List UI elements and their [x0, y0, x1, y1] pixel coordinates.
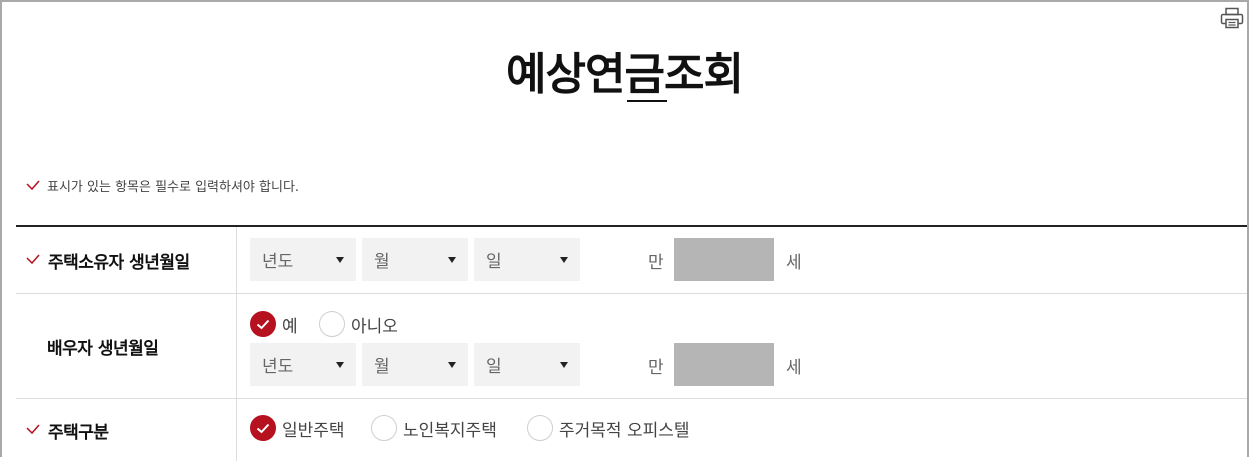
radio-unchecked-icon: [527, 415, 553, 441]
dropdown-arrow-icon: [560, 362, 568, 368]
owner-age-prefix: 만: [648, 253, 664, 273]
owner-birth-content: 년도 월 일 만 세: [237, 227, 1247, 293]
owner-age-suffix: 세: [786, 253, 802, 273]
spouse-month-select[interactable]: 월: [362, 343, 468, 386]
spouse-year-select[interactable]: 년도: [250, 343, 356, 386]
owner-month-select[interactable]: 월: [362, 238, 468, 281]
house-general-radio[interactable]: 일반주택: [250, 415, 345, 441]
dropdown-arrow-icon: [448, 257, 456, 263]
spouse-birth-row: 배우자 생년월일 예 아니오 년도 월 일 만 세: [16, 294, 1247, 399]
dropdown-arrow-icon: [336, 362, 344, 368]
spouse-month-select-value: 월: [374, 357, 390, 377]
house-officetel-radio[interactable]: 주거목적 오피스텔: [527, 415, 690, 441]
spouse-no-label: 아니오: [351, 316, 398, 337]
spouse-birth-label: 배우자 생년월일: [47, 338, 159, 359]
required-check-icon: [26, 254, 40, 265]
spouse-birth-label-cell: 배우자 생년월일: [16, 294, 237, 398]
house-officetel-label: 주거목적 오피스텔: [559, 420, 690, 441]
required-notice-text: 표시가 있는 항목은 필수로 입력하셔야 합니다.: [47, 180, 300, 195]
required-notice: 표시가 있는 항목은 필수로 입력하셔야 합니다.: [26, 176, 299, 195]
owner-month-select-value: 월: [374, 252, 390, 272]
owner-birth-label: 주택소유자 생년월일: [48, 252, 190, 273]
owner-day-select-value: 일: [486, 252, 502, 272]
owner-year-select-value: 년도: [262, 252, 294, 272]
dropdown-arrow-icon: [560, 257, 568, 263]
owner-birth-row: 주택소유자 생년월일 년도 월 일 만 세: [16, 227, 1247, 294]
page-frame: 예상연금조회 표시가 있는 항목은 필수로 입력하셔야 합니다. 주택소유자 생…: [0, 0, 1249, 461]
house-type-content: 일반주택 노인복지주택 주거목적 오피스텔: [237, 399, 1247, 461]
house-general-label: 일반주택: [282, 420, 345, 441]
dropdown-arrow-icon: [448, 362, 456, 368]
house-type-label: 주택구분: [48, 422, 109, 443]
spouse-year-select-value: 년도: [262, 357, 294, 377]
page-title: 예상연금조회: [506, 49, 744, 100]
owner-age-field: [674, 238, 774, 281]
radio-unchecked-icon: [319, 311, 345, 337]
radio-unchecked-icon: [371, 415, 397, 441]
spouse-yes-label: 예: [282, 316, 298, 337]
owner-birth-label-cell: 주택소유자 생년월일: [16, 227, 237, 293]
pension-form-table: 주택소유자 생년월일 년도 월 일 만 세 배우자 생년월일 예 아니오 년도 …: [16, 225, 1247, 461]
spouse-age-suffix: 세: [786, 358, 802, 378]
house-senior-welfare-radio[interactable]: 노인복지주택: [371, 415, 497, 441]
radio-checked-icon: [250, 311, 276, 337]
dropdown-arrow-icon: [336, 257, 344, 263]
spouse-no-radio[interactable]: 아니오: [319, 311, 398, 337]
spouse-birth-content: 예 아니오 년도 월 일 만 세: [237, 294, 1247, 398]
house-type-label-cell: 주택구분: [16, 399, 237, 461]
spouse-day-select[interactable]: 일: [474, 343, 580, 386]
owner-year-select[interactable]: 년도: [250, 238, 356, 281]
spouse-yes-radio[interactable]: 예: [250, 311, 298, 337]
house-senior-welfare-label: 노인복지주택: [403, 420, 497, 441]
radio-checked-icon: [250, 415, 276, 441]
title-underline: [627, 100, 667, 102]
spouse-age-prefix: 만: [648, 358, 664, 378]
spouse-day-select-value: 일: [486, 357, 502, 377]
owner-day-select[interactable]: 일: [474, 238, 580, 281]
printer-icon[interactable]: [1220, 7, 1244, 29]
required-check-icon: [26, 424, 40, 435]
spouse-age-field: [674, 343, 774, 386]
check-icon: [26, 180, 40, 190]
house-type-row: 주택구분 일반주택 노인복지주택 주거목적 오피스텔: [16, 399, 1247, 461]
